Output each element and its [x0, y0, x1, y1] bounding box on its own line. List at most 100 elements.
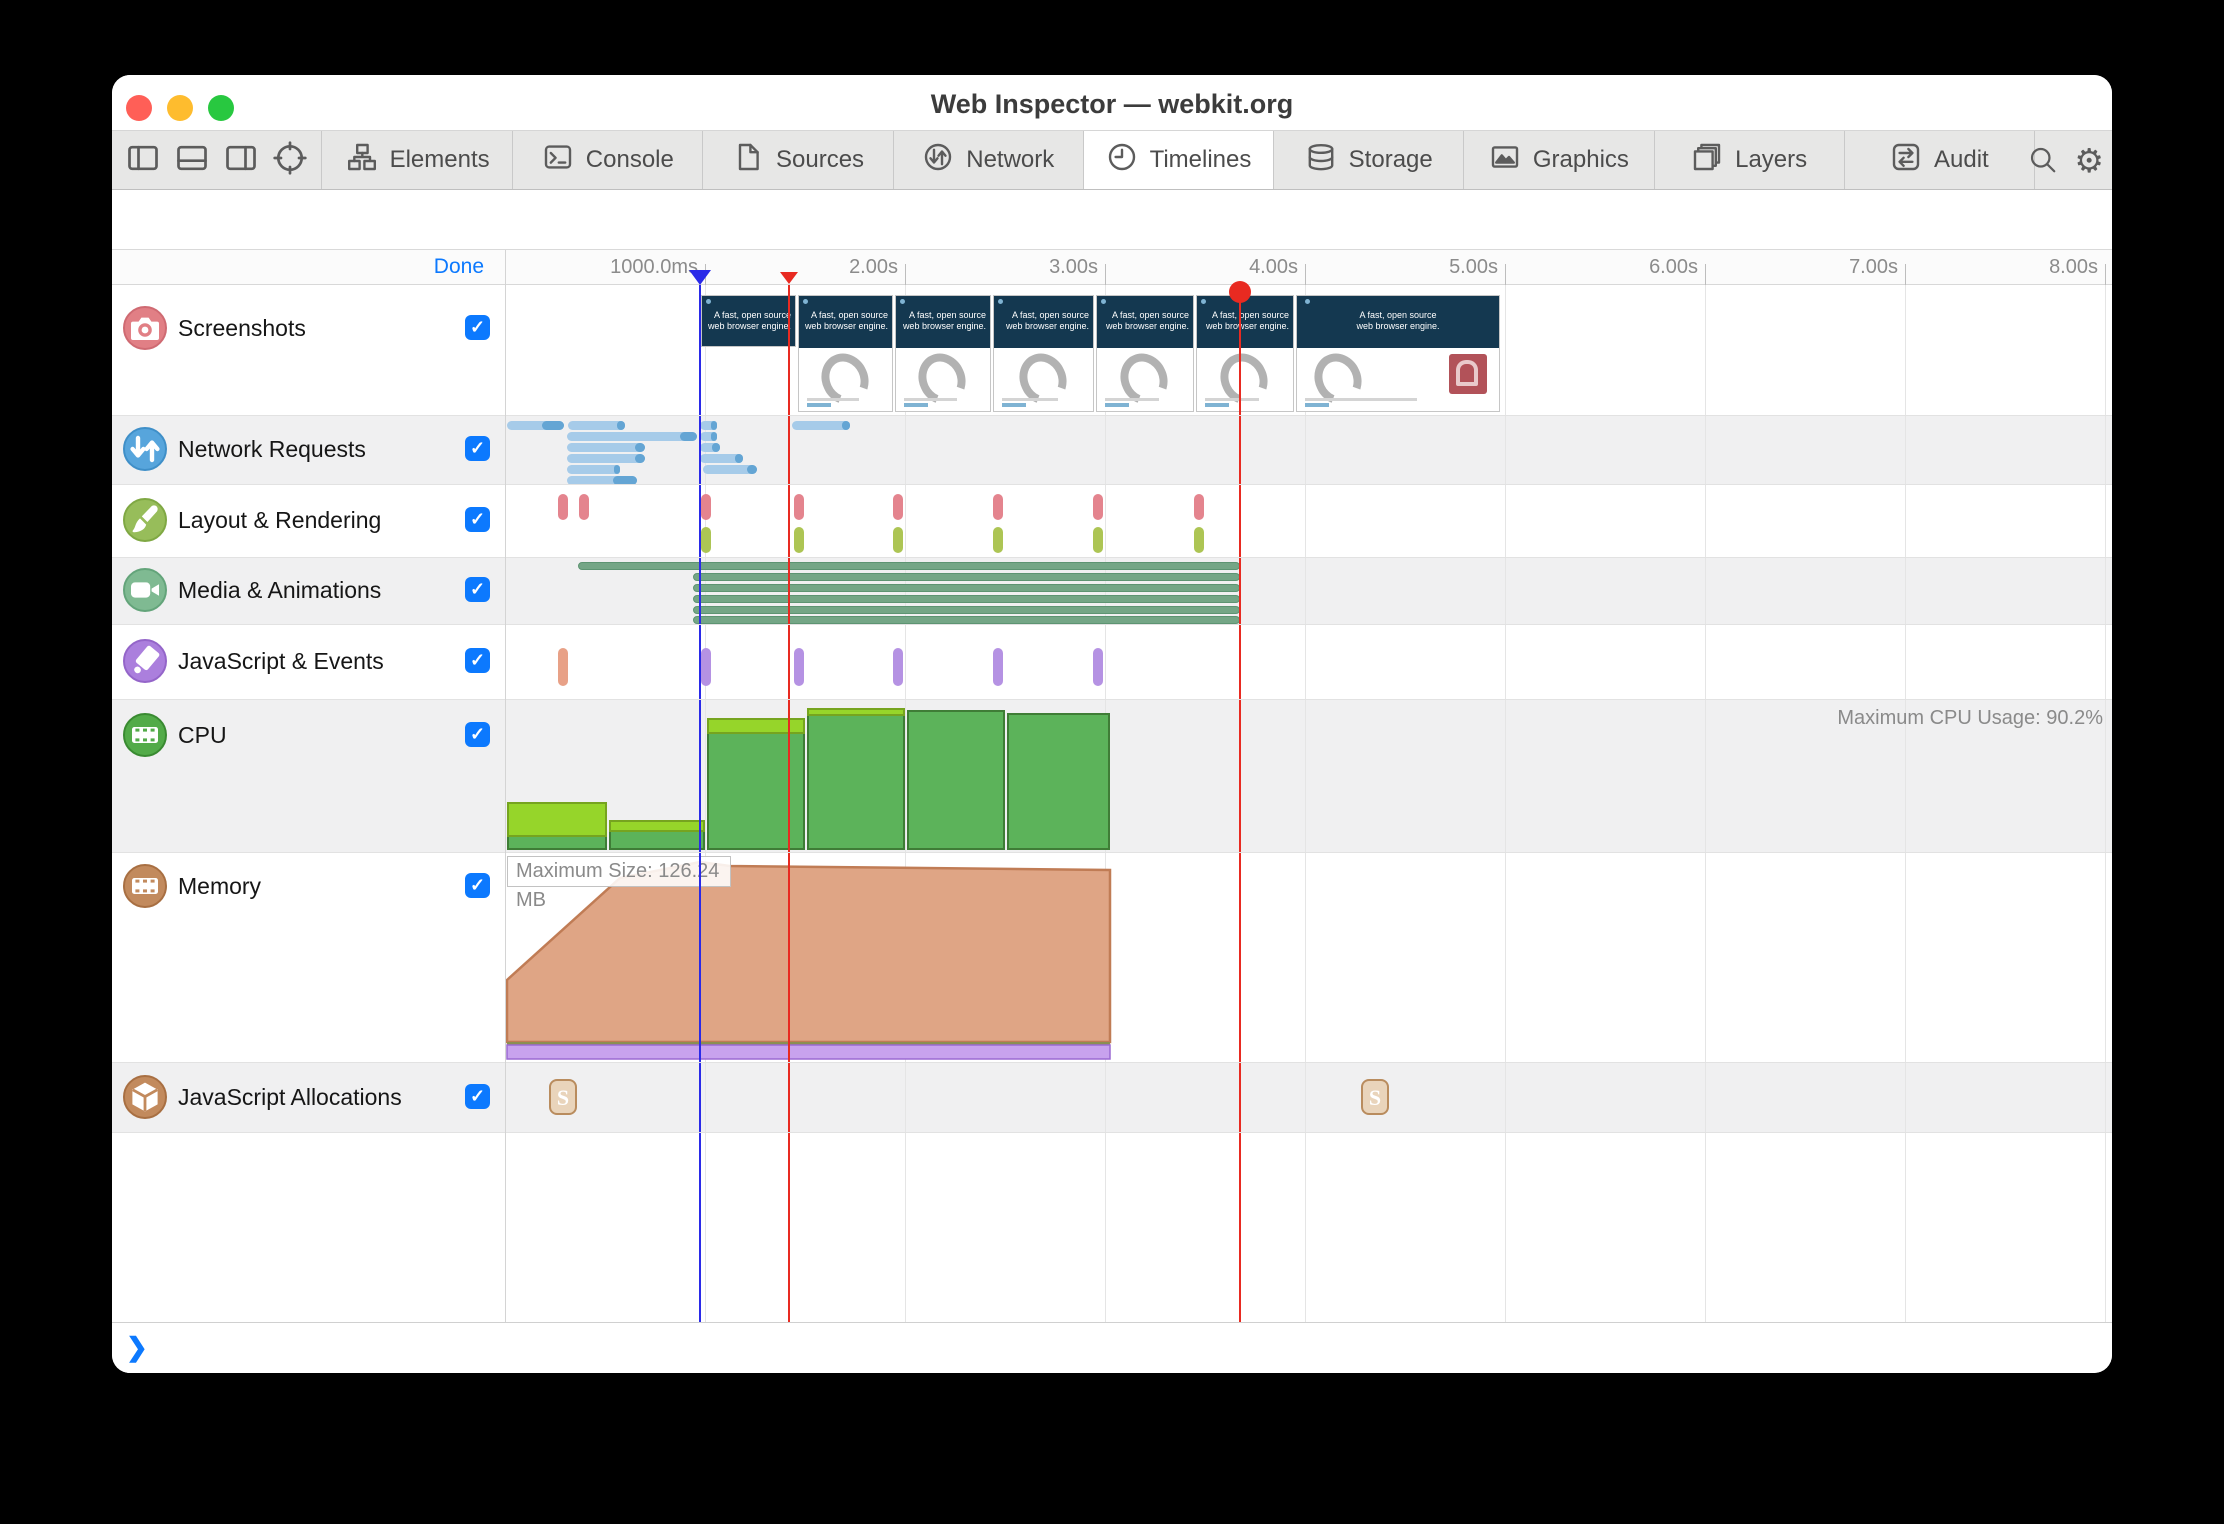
network-checkbox[interactable]: ✓: [465, 436, 490, 461]
layout-checkbox[interactable]: ✓: [465, 507, 490, 532]
screenshot-thumbnail[interactable]: A fast, open source web browser engine.: [701, 295, 796, 347]
sidebar-row-alloc[interactable]: JavaScript Allocations✓: [112, 1062, 505, 1132]
tab-network[interactable]: Network: [894, 131, 1084, 189]
media-animation-bar[interactable]: [578, 562, 1240, 570]
timeline-ruler[interactable]: Done 1000.0ms2.00s3.00s4.00s5.00s6.00s7.…: [112, 250, 2112, 285]
tab-sources[interactable]: Sources: [703, 131, 893, 189]
memory-checkbox[interactable]: ✓: [465, 873, 490, 898]
screenshots-checkbox[interactable]: ✓: [465, 315, 490, 340]
media-animation-bar[interactable]: [693, 616, 1240, 624]
screenshot-thumbnail[interactable]: A fast, open source web browser engine.: [1196, 295, 1294, 412]
network-request-bar[interactable]: [700, 454, 743, 463]
network-request-bar[interactable]: [567, 454, 645, 463]
layout-event-tick[interactable]: [558, 494, 568, 520]
tab-console[interactable]: Console: [513, 131, 703, 189]
timeline-chart[interactable]: Maximum Size: 126.24 MB Maximum CPU Usag…: [505, 285, 2112, 1322]
sidebar-row-memory[interactable]: Memory✓: [112, 852, 505, 1062]
tab-layers[interactable]: Layers: [1655, 131, 1845, 189]
blue-marker-triangle[interactable]: [689, 270, 711, 285]
network-request-bar[interactable]: [792, 421, 850, 430]
tab-graphics[interactable]: Graphics: [1464, 131, 1654, 189]
sidebar-row-network[interactable]: Network Requests✓: [112, 415, 505, 484]
layout-event-tick[interactable]: [993, 494, 1003, 520]
paint-event-tick[interactable]: [993, 527, 1003, 553]
layout-event-tick[interactable]: [893, 494, 903, 520]
cpu-usage-bar[interactable]: [807, 708, 905, 716]
layout-event-tick[interactable]: [579, 494, 589, 520]
playhead-circle[interactable]: [1229, 281, 1251, 303]
done-button[interactable]: Done: [352, 255, 484, 279]
tab-audit[interactable]: Audit: [1845, 131, 2035, 189]
network-request-bar[interactable]: [703, 465, 757, 474]
cpu-usage-bar[interactable]: [507, 802, 607, 837]
search-icon[interactable]: [2028, 145, 2058, 175]
panel-left-icon[interactable]: [125, 140, 161, 181]
screenshot-thumbnail[interactable]: A fast, open source web browser engine.: [798, 295, 893, 412]
paint-event-tick[interactable]: [893, 527, 903, 553]
media-animation-bar[interactable]: [693, 573, 1240, 581]
screenshot-thumbnail[interactable]: A fast, open source web browser engine.: [993, 295, 1094, 412]
tab-elements[interactable]: Elements: [323, 131, 513, 189]
cpu-checkbox[interactable]: ✓: [465, 722, 490, 747]
screenshot-thumbnail[interactable]: A fast, open source web browser engine.: [1096, 295, 1194, 412]
media-checkbox[interactable]: ✓: [465, 577, 490, 602]
script-event-tick[interactable]: [1093, 648, 1103, 686]
paint-event-tick[interactable]: [794, 527, 804, 553]
sidebar-row-cpu[interactable]: CPU✓: [112, 699, 505, 852]
layout-event-tick[interactable]: [701, 494, 711, 520]
cpu-usage-bar[interactable]: [609, 820, 705, 832]
media-animation-bar[interactable]: [693, 584, 1240, 592]
network-request-bar[interactable]: [507, 421, 564, 430]
paint-event-tick[interactable]: [1093, 527, 1103, 553]
expand-chevron-icon[interactable]: ❯: [126, 1332, 148, 1363]
sidebar-row-jse[interactable]: JavaScript & Events✓: [112, 624, 505, 699]
heap-snapshot-marker[interactable]: S: [549, 1079, 577, 1115]
element-picker-icon[interactable]: [272, 140, 308, 181]
cpu-usage-bar[interactable]: [507, 837, 607, 850]
network-request-active-segment: [712, 443, 720, 452]
layout-event-tick[interactable]: [794, 494, 804, 520]
sidebar-row-layout[interactable]: Layout & Rendering✓: [112, 484, 505, 557]
panel-bottom-icon[interactable]: [174, 140, 210, 181]
cpu-usage-bar[interactable]: [807, 716, 905, 850]
network-request-bar[interactable]: [567, 432, 697, 441]
network-request-bar[interactable]: [568, 421, 625, 430]
tab-storage[interactable]: Storage: [1274, 131, 1464, 189]
sidebar-row-media[interactable]: Media & Animations✓: [112, 557, 505, 624]
network-request-bar[interactable]: [700, 443, 720, 452]
sidebar-row-screenshots[interactable]: Screenshots✓: [112, 285, 505, 415]
script-event-tick[interactable]: [893, 648, 903, 686]
cpu-usage-bar[interactable]: [707, 718, 805, 734]
cpu-usage-bar[interactable]: [1007, 713, 1110, 850]
layout-event-tick[interactable]: [1093, 494, 1103, 520]
current-time-marker-line[interactable]: [699, 285, 701, 1322]
cpu-usage-bar[interactable]: [707, 734, 805, 850]
script-event-tick[interactable]: [794, 648, 804, 686]
heap-snapshot-marker[interactable]: S: [1361, 1079, 1389, 1115]
alloc-checkbox[interactable]: ✓: [465, 1084, 490, 1109]
network-request-bar[interactable]: [567, 443, 645, 452]
media-animation-bar[interactable]: [693, 606, 1240, 614]
network-request-bar[interactable]: [700, 421, 717, 430]
screenshot-thumbnail[interactable]: A fast, open source web browser engine.: [895, 295, 991, 412]
cpu-usage-bar[interactable]: [609, 832, 705, 850]
cpu-usage-bar[interactable]: [907, 710, 1005, 850]
panel-right-icon[interactable]: [223, 140, 259, 181]
tab-timelines[interactable]: Timelines: [1084, 131, 1274, 189]
script-event-tick[interactable]: [558, 648, 568, 686]
paint-event-tick[interactable]: [1194, 527, 1204, 553]
thumbnail-hero-text: A fast, open source web browser engine.: [805, 310, 888, 332]
jse-checkbox[interactable]: ✓: [465, 648, 490, 673]
script-event-tick[interactable]: [701, 648, 711, 686]
network-request-bar[interactable]: [700, 432, 717, 441]
red-marker-line[interactable]: [1239, 285, 1241, 1322]
red-marker-line[interactable]: [788, 285, 790, 1322]
layout-event-tick[interactable]: [1194, 494, 1204, 520]
red-marker-triangle[interactable]: [780, 272, 798, 284]
gear-icon[interactable]: ⚙: [2074, 144, 2104, 177]
paint-event-tick[interactable]: [701, 527, 711, 553]
script-event-tick[interactable]: [993, 648, 1003, 686]
screenshot-thumbnail[interactable]: A fast, open source web browser engine.: [1296, 295, 1500, 412]
network-request-bar[interactable]: [567, 465, 620, 474]
media-animation-bar[interactable]: [693, 595, 1240, 603]
